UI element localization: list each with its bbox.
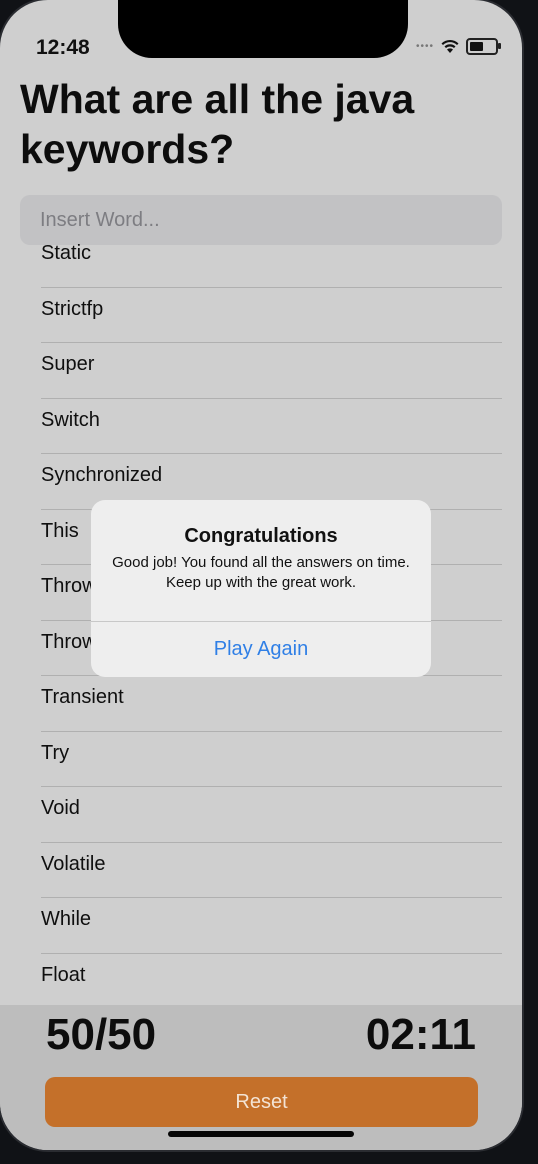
list-item[interactable]: Switch <box>0 399 522 455</box>
home-indicator[interactable] <box>168 1131 354 1137</box>
list-item[interactable]: Transient <box>0 676 522 732</box>
list-item[interactable]: While <box>0 898 522 954</box>
notch <box>118 0 408 58</box>
play-again-button[interactable]: Play Again <box>91 622 431 677</box>
score-label: 50/50 <box>46 1010 157 1059</box>
reset-button[interactable]: Reset <box>45 1077 478 1127</box>
battery-icon <box>466 38 501 55</box>
status-icons: •••• <box>415 38 501 55</box>
list-item[interactable]: Try <box>0 732 522 788</box>
status-time: 12:48 <box>36 36 90 59</box>
alert-title: Congratulations <box>184 525 338 547</box>
list-item[interactable]: Void <box>0 787 522 843</box>
signal-icon: •••• <box>415 41 434 52</box>
wifi-icon <box>441 39 459 53</box>
list-item[interactable]: Static <box>0 232 522 288</box>
timer-label: 02:11 <box>365 1010 476 1059</box>
list-item[interactable]: Super <box>0 343 522 399</box>
list-item[interactable]: Float <box>0 954 522 1010</box>
congratulations-alert: Congratulations Good job! You found all … <box>91 500 431 677</box>
list-item[interactable]: Volatile <box>0 843 522 899</box>
footer-bar: 50/50 02:11 Reset <box>0 1005 522 1150</box>
list-item[interactable]: Strictfp <box>0 288 522 344</box>
phone-screen: 12:48 •••• What are all the java keyword… <box>0 0 522 1150</box>
alert-message: Good job! You found all the answers on t… <box>112 554 410 591</box>
page-title: What are all the java keywords? <box>20 76 415 172</box>
